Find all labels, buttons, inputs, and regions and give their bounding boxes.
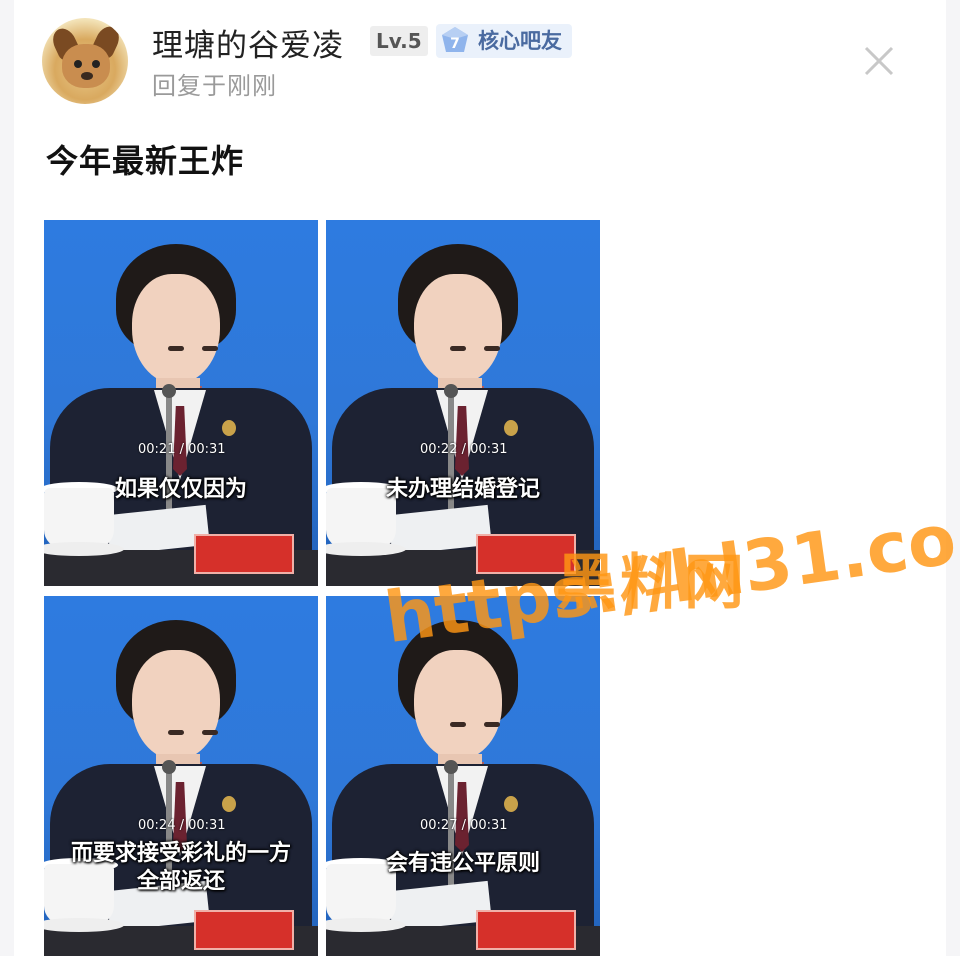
core-member-badge: 7 核心吧友 [436,24,572,58]
nameplate [194,534,294,574]
close-icon[interactable] [862,44,896,78]
image-frame-3[interactable]: 00:24 / 00:31 而要求接受彩礼的一方 全部返还 [44,596,318,956]
avatar[interactable] [42,18,128,104]
nameplate [194,910,294,950]
video-caption-line-1: 而要求接受彩礼的一方 [70,841,291,866]
reply-time: 回复于刚刚 [152,72,277,100]
video-caption-line-2: 全部返还 [136,869,225,894]
video-caption: 未办理结婚登记 [385,477,540,502]
image-frame-4[interactable]: 00:27 / 00:31 会有违公平原则 [326,596,600,956]
video-timecode: 00:22 / 00:31 [420,442,508,457]
nameplate [476,910,576,950]
video-timecode: 00:21 / 00:31 [138,442,226,457]
video-caption: 会有违公平原则 [385,851,540,876]
badge-label: 核心吧友 [478,29,562,53]
post-text: 今年最新王炸 [46,142,245,180]
gem-icon: 7 [442,27,468,52]
badge-number: 7 [450,36,460,52]
image-frame-2[interactable]: 00:22 / 00:31 未办理结婚登记 [326,220,600,586]
video-caption: 如果仅仅因为 [114,477,247,502]
video-timecode: 00:24 / 00:31 [138,818,226,833]
video-timecode: 00:27 / 00:31 [420,818,508,833]
username[interactable]: 理塘的谷爱凌 [152,20,344,65]
level-badge: Lv.5 [370,26,428,56]
image-frame-1[interactable]: 00:21 / 00:31 如果仅仅因为 [44,220,318,586]
